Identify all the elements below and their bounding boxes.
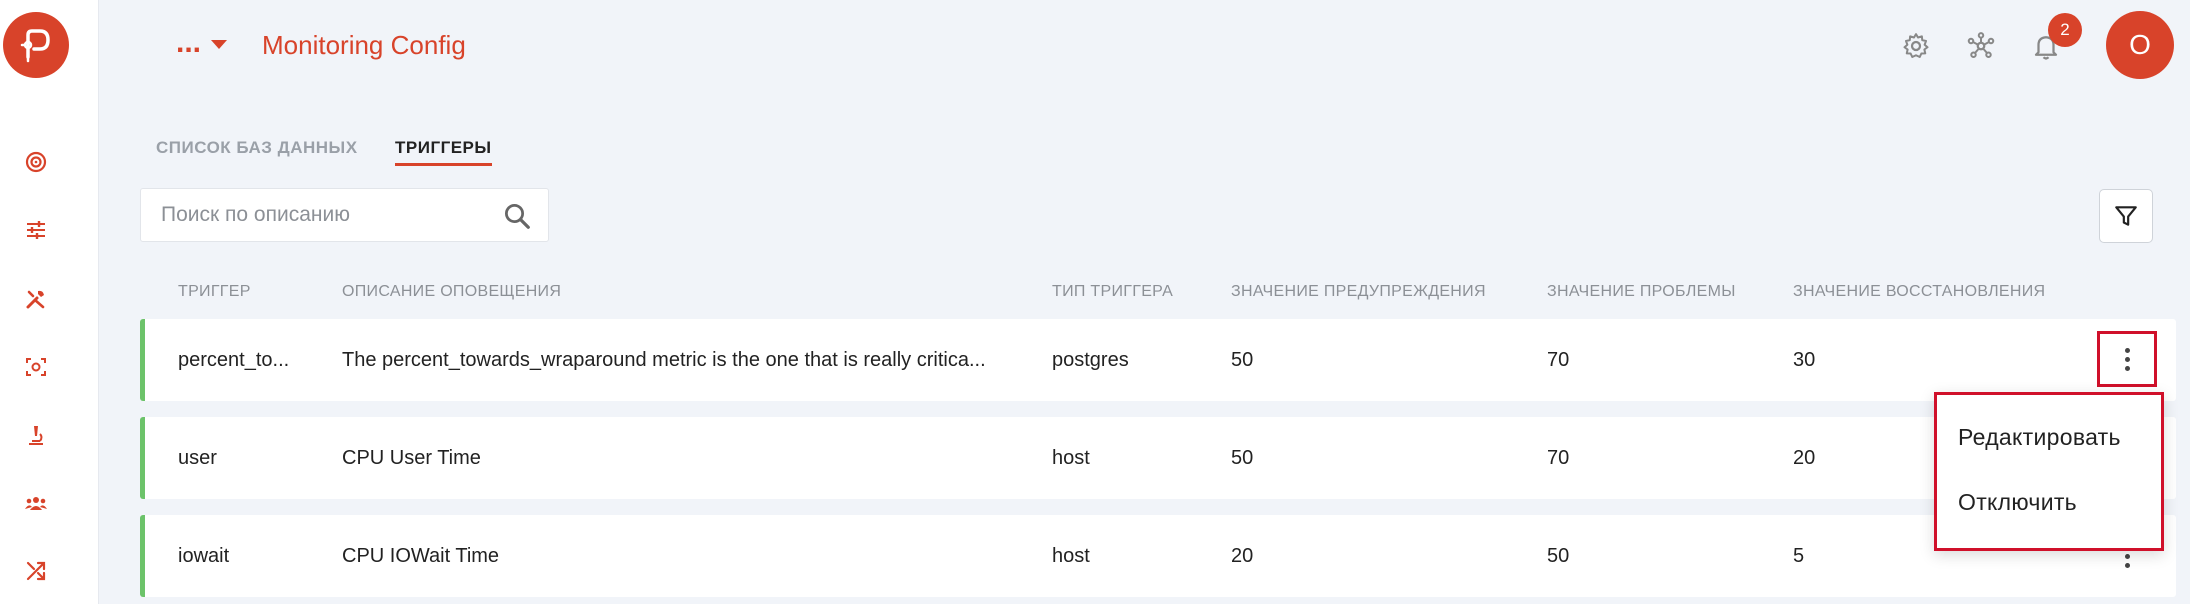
logo-icon <box>20 29 50 63</box>
table-row[interactable]: iowait CPU IOWait Time host 20 50 5 <box>140 515 2176 597</box>
cell-warning: 50 <box>1231 349 1254 371</box>
cell-type: host <box>1052 545 1090 567</box>
cell-trigger: percent_to... <box>178 349 290 371</box>
microscope-icon <box>29 426 43 445</box>
cell-recovery: 5 <box>1793 545 1805 567</box>
search-input[interactable] <box>161 189 481 241</box>
search-icon[interactable] <box>502 201 532 231</box>
user-avatar[interactable]: O <box>2106 11 2174 79</box>
page-title: Monitoring Config <box>262 30 466 60</box>
topology-button[interactable] <box>1963 28 1999 64</box>
network-icon <box>1967 32 1995 59</box>
table-row[interactable]: user CPU User Time host 50 70 20 <box>140 417 2176 499</box>
sidebar <box>0 0 99 604</box>
scan-icon <box>26 358 46 376</box>
column-header-warning: ЗНАЧЕНИЕ ПРЕДУПРЕЖДЕНИЯ <box>1231 283 1486 300</box>
column-header-type: ТИП ТРИГГЕРА <box>1052 283 1174 300</box>
cell-trigger: user <box>178 447 217 469</box>
cell-type: host <box>1052 447 1090 469</box>
breadcrumb-more-dropdown[interactable]: ... <box>176 26 228 59</box>
sidebar-item-scan[interactable] <box>22 353 50 381</box>
sidebar-item-tools[interactable] <box>22 285 50 313</box>
cell-problem: 70 <box>1547 447 1570 469</box>
cell-warning: 50 <box>1231 447 1254 469</box>
sidebar-item-lab[interactable] <box>22 421 50 449</box>
notifications-badge: 2 <box>2048 13 2082 47</box>
filter-button[interactable] <box>2099 189 2153 243</box>
sliders-icon <box>27 221 45 239</box>
cell-warning: 20 <box>1231 545 1254 567</box>
column-header-trigger: ТРИГГЕР <box>178 283 251 300</box>
tab-database-list[interactable]: СПИСОК БАЗ ДАННЫХ <box>156 138 358 158</box>
sidebar-item-team[interactable] <box>22 489 50 517</box>
cell-problem: 50 <box>1547 545 1570 567</box>
settings-button[interactable] <box>1898 28 1934 64</box>
column-header-description: ОПИСАНИЕ ОПОВЕЩЕНИЯ <box>342 283 562 300</box>
tab-triggers[interactable]: ТРИГГЕРЫ <box>395 138 492 158</box>
target-icon <box>25 151 47 173</box>
search-box <box>140 188 549 242</box>
sidebar-item-shuffle[interactable] <box>22 557 50 585</box>
cell-recovery: 30 <box>1793 349 1816 371</box>
sidebar-item-settings[interactable] <box>22 216 50 244</box>
cell-description: The percent_towards_wraparound metric is… <box>342 349 986 371</box>
more-vertical-icon <box>2124 346 2130 373</box>
app-logo[interactable] <box>3 12 69 78</box>
column-header-recovery: ЗНАЧЕНИЕ ВОССТАНОВЛЕНИЯ <box>1793 283 2046 300</box>
row-actions-button[interactable] <box>2097 331 2157 387</box>
team-icon <box>25 497 47 510</box>
gear-icon <box>1903 33 1929 58</box>
tools-icon <box>26 290 45 309</box>
menu-item-edit[interactable]: Редактировать <box>1958 424 2121 451</box>
menu-item-disable[interactable]: Отключить <box>1958 489 2077 516</box>
cell-type: postgres <box>1052 349 1129 371</box>
more-label: ... <box>176 26 202 59</box>
table-row[interactable]: percent_to... The percent_towards_wrapar… <box>140 319 2176 401</box>
cell-description: CPU User Time <box>342 447 481 469</box>
sidebar-item-monitoring[interactable] <box>22 148 50 176</box>
caret-down-icon <box>211 39 228 49</box>
active-tab-indicator <box>395 163 492 166</box>
shuffle-icon <box>26 561 46 581</box>
cell-problem: 70 <box>1547 349 1570 371</box>
filter-icon <box>2115 206 2137 226</box>
cell-description: CPU IOWait Time <box>342 545 500 567</box>
cell-trigger: iowait <box>178 545 230 567</box>
row-actions-menu: Редактировать Отключить <box>1934 392 2164 551</box>
column-header-problem: ЗНАЧЕНИЕ ПРОБЛЕМЫ <box>1547 283 1736 300</box>
cell-recovery: 20 <box>1793 447 1816 469</box>
